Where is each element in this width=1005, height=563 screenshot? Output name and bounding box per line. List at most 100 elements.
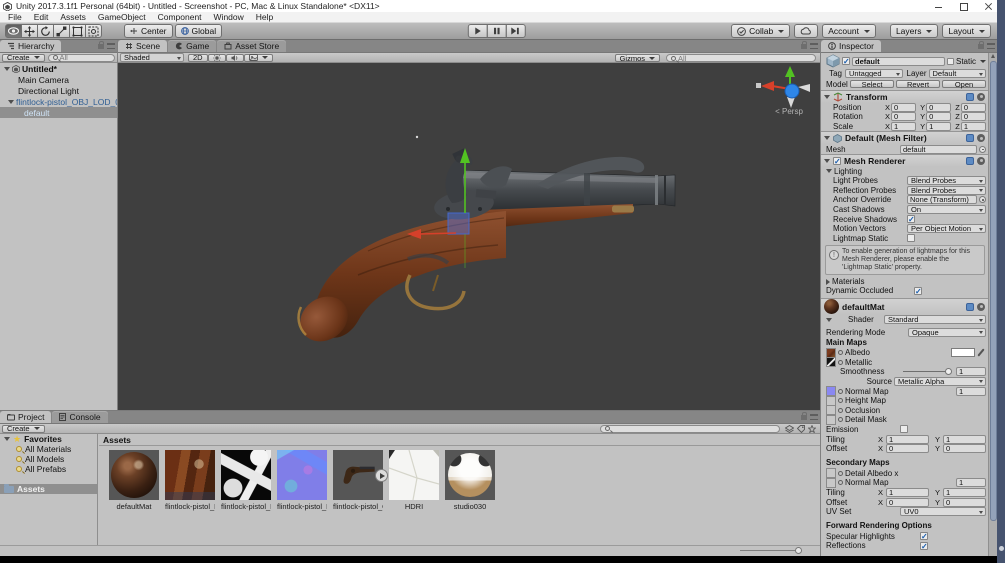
sec-offset-y-field[interactable]: 0 xyxy=(943,497,986,507)
scene-root-row[interactable]: Untitled* xyxy=(0,63,117,74)
lock-icon[interactable] xyxy=(801,41,807,49)
menu-help[interactable]: Help xyxy=(250,12,279,22)
menu-assets[interactable]: Assets xyxy=(54,12,92,22)
transform-component-header[interactable]: Transform xyxy=(821,89,989,103)
foldout-icon[interactable] xyxy=(826,169,832,174)
assets-breadcrumb[interactable]: Assets xyxy=(99,434,820,446)
tab-game[interactable]: Game xyxy=(168,40,217,52)
2d-toggle-button[interactable]: 2D xyxy=(188,53,208,62)
foldout-icon[interactable] xyxy=(824,158,830,163)
hierarchy-item-default[interactable]: default xyxy=(0,107,117,118)
tab-project[interactable]: Project xyxy=(0,411,52,423)
search-by-label-icon[interactable] xyxy=(797,424,805,433)
assets-root-row[interactable]: Assets xyxy=(0,483,97,494)
metallic-texture-chip[interactable] xyxy=(826,357,836,368)
help-icon[interactable] xyxy=(966,156,974,165)
mesh-field[interactable]: default xyxy=(900,144,977,154)
gear-icon[interactable] xyxy=(977,156,985,165)
gear-icon[interactable] xyxy=(977,302,985,311)
smoothness-slider[interactable] xyxy=(903,367,952,375)
favorites-row[interactable]: ★ Favorites xyxy=(0,434,97,444)
panel-menu-icon[interactable] xyxy=(810,414,818,420)
menu-window[interactable]: Window xyxy=(208,12,250,22)
menu-component[interactable]: Component xyxy=(152,12,208,22)
secondary-normal-scale-field[interactable]: 1 xyxy=(956,478,986,488)
hierarchy-search-input[interactable]: All xyxy=(47,53,115,62)
dynamic-occluded-checkbox[interactable]: ✓ xyxy=(914,286,922,295)
smoothness-field[interactable]: 1 xyxy=(956,367,986,377)
layers-button[interactable]: Layers xyxy=(889,24,939,38)
tab-console[interactable]: Console xyxy=(52,411,108,423)
detail-mask-texture-chip[interactable] xyxy=(826,414,836,425)
rotate-tool-button[interactable] xyxy=(37,24,54,38)
height-map-texture-chip[interactable] xyxy=(826,395,836,406)
rect-tool-button[interactable] xyxy=(69,24,86,38)
panel-menu-icon[interactable] xyxy=(810,43,818,49)
hierarchy-item-directional-light[interactable]: Directional Light xyxy=(0,85,117,96)
scene-search-input[interactable]: All xyxy=(666,54,816,63)
rendering-mode-dropdown[interactable]: Opaque xyxy=(908,327,986,337)
maximize-icon[interactable] xyxy=(959,2,968,11)
model-select-button[interactable]: Select xyxy=(850,80,894,89)
help-icon[interactable] xyxy=(966,134,974,143)
pause-button[interactable] xyxy=(486,24,507,38)
sec-tiling-x-field[interactable]: 1 xyxy=(886,487,929,497)
project-create-button[interactable]: Create xyxy=(2,424,45,433)
move-tool-button[interactable] xyxy=(21,24,38,38)
tab-asset-store[interactable]: Asset Store xyxy=(217,40,287,52)
chevron-down-icon[interactable] xyxy=(980,59,986,63)
play-button[interactable] xyxy=(467,24,488,38)
cloud-button[interactable] xyxy=(794,24,819,38)
mesh-renderer-enabled-checkbox[interactable]: ✓ xyxy=(833,156,841,165)
foldout-icon[interactable] xyxy=(826,317,832,322)
foldout-icon[interactable] xyxy=(826,278,830,285)
normal-map-texture-chip[interactable] xyxy=(826,386,836,397)
mesh-renderer-component-header[interactable]: ✓ Mesh Renderer xyxy=(821,153,989,167)
space-toggle-button[interactable]: Global xyxy=(174,24,223,38)
secondary-normal-texture-chip[interactable] xyxy=(826,477,836,488)
account-button[interactable]: Account xyxy=(822,24,876,38)
active-checkbox[interactable]: ✓ xyxy=(842,57,850,66)
favorite-star-icon[interactable] xyxy=(808,424,816,433)
reflection-probes-dropdown[interactable]: Blend Probes xyxy=(907,185,986,195)
foldout-icon[interactable] xyxy=(4,66,10,71)
object-picker-icon[interactable] xyxy=(979,196,986,204)
detail-albedo-texture-chip[interactable] xyxy=(826,468,836,479)
gizmos-dropdown[interactable]: Gizmos xyxy=(614,54,660,63)
asset-metallic-texture[interactable]: flintlock-pistol_L... xyxy=(221,450,271,511)
scene-audio-toggle[interactable] xyxy=(225,53,244,62)
scale-y-field[interactable]: 1 xyxy=(926,122,952,132)
asset-defaultmat[interactable]: defaultMat xyxy=(109,450,159,511)
offset-x-field[interactable]: 0 xyxy=(886,444,929,454)
normal-map-scale-field[interactable]: 1 xyxy=(956,386,986,396)
hierarchy-item-main-camera[interactable]: Main Camera xyxy=(0,74,117,85)
tab-scene[interactable]: Scene xyxy=(118,40,168,52)
sec-tiling-y-field[interactable]: 1 xyxy=(943,487,986,497)
search-by-type-icon[interactable] xyxy=(785,424,794,433)
minimize-icon[interactable] xyxy=(934,2,943,11)
menu-edit[interactable]: Edit xyxy=(28,12,55,22)
help-icon[interactable] xyxy=(966,92,974,101)
layout-button[interactable]: Layout xyxy=(942,24,991,38)
tiling-y-field[interactable]: 1 xyxy=(943,434,986,444)
rotation-z-field[interactable]: 0 xyxy=(960,112,986,122)
help-icon[interactable] xyxy=(966,302,974,311)
model-open-button[interactable]: Open xyxy=(942,80,986,89)
menu-file[interactable]: File xyxy=(2,12,28,22)
panel-menu-icon[interactable] xyxy=(987,43,995,49)
favorite-all-prefabs[interactable]: All Prefabs xyxy=(0,464,97,474)
scene-viewport[interactable]: < Persp xyxy=(118,63,820,410)
asset-pistol-model[interactable]: flintlock-pistol_O... xyxy=(333,450,388,511)
scale-x-field[interactable]: 1 xyxy=(891,122,917,132)
material-header[interactable]: defaultMat xyxy=(821,297,989,315)
shader-dropdown[interactable]: Standard xyxy=(884,315,986,325)
anchor-override-field[interactable]: None (Transform) xyxy=(907,195,977,205)
offset-y-field[interactable]: 0 xyxy=(943,444,986,454)
transform-tool-button[interactable] xyxy=(85,24,102,38)
foldout-icon[interactable] xyxy=(824,94,830,99)
foldout-icon[interactable] xyxy=(8,99,14,104)
lock-icon[interactable] xyxy=(98,41,104,49)
specular-highlights-checkbox[interactable]: ✓ xyxy=(920,532,928,541)
receive-shadows-checkbox[interactable]: ✓ xyxy=(907,215,915,224)
position-z-field[interactable]: 0 xyxy=(960,102,986,112)
